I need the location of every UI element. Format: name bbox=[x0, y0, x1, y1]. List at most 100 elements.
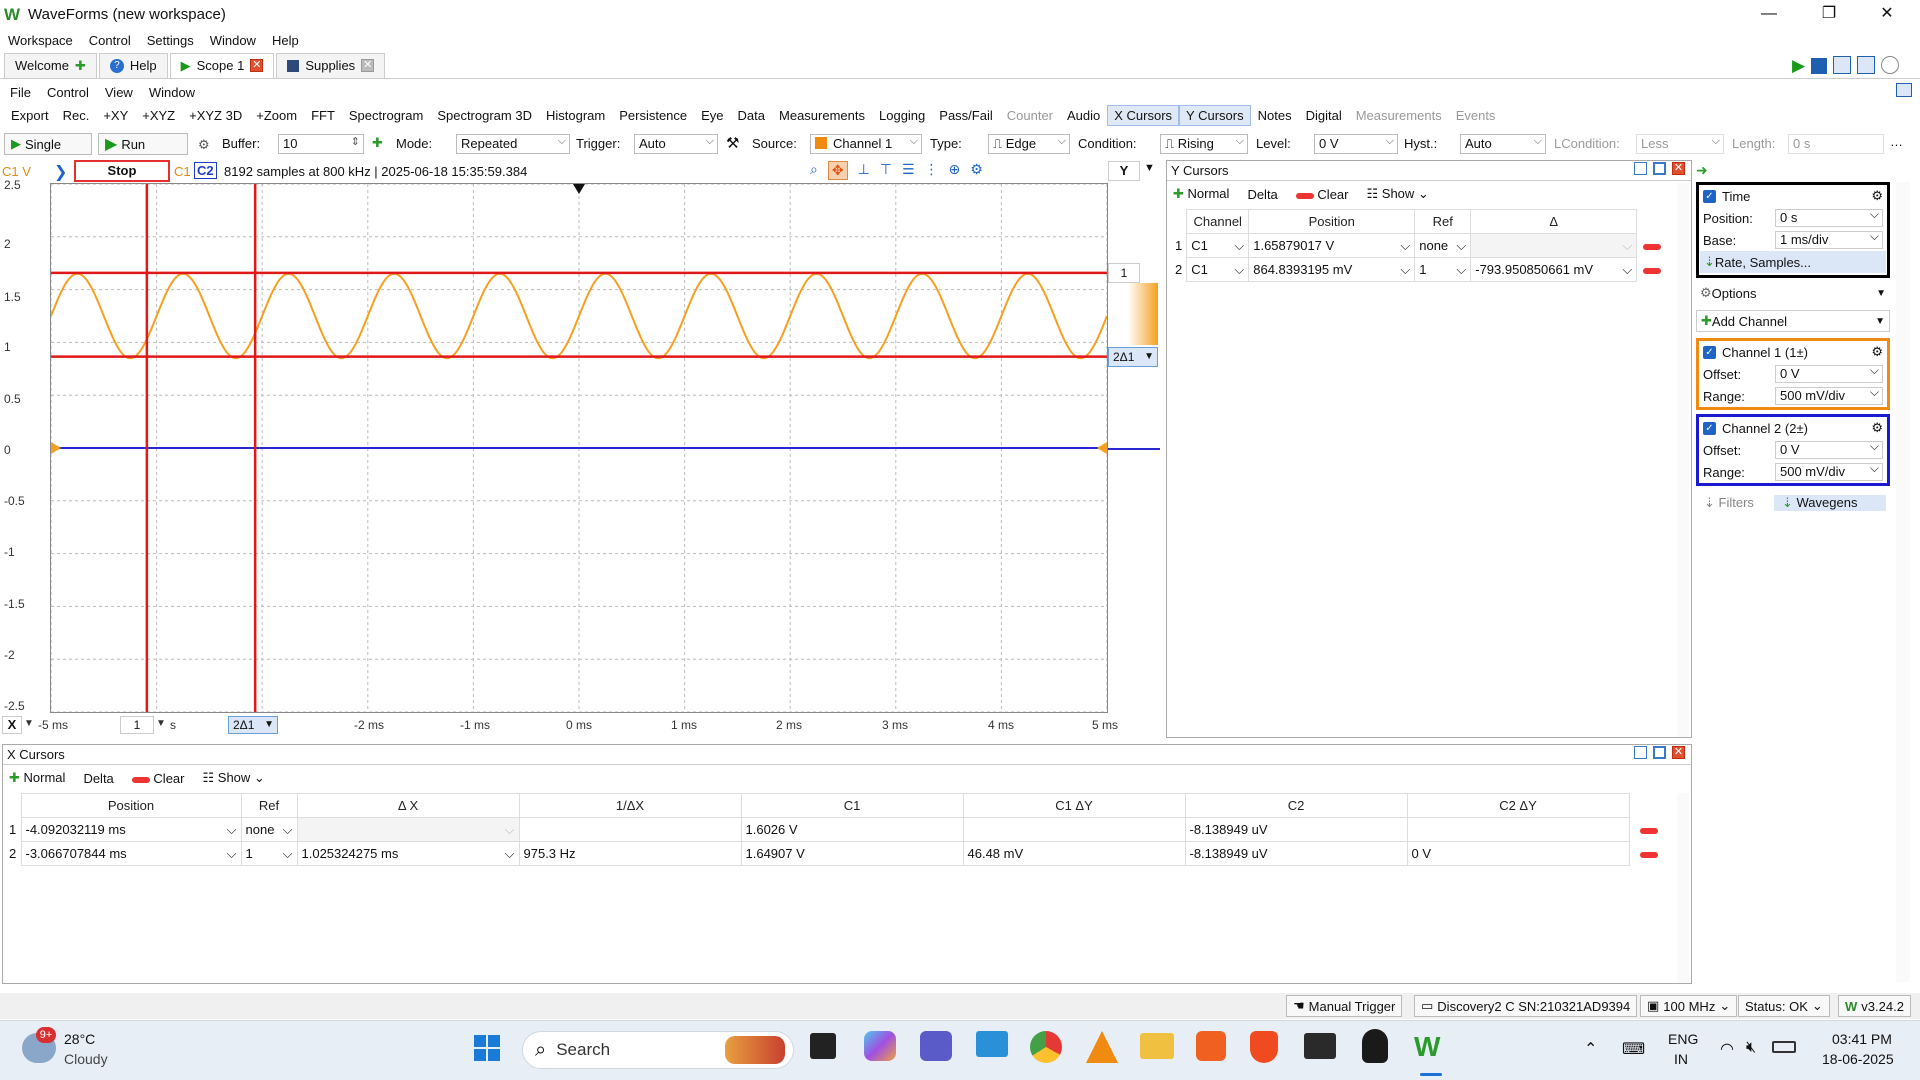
numbering-icon[interactable]: ⋮ bbox=[925, 161, 939, 180]
condition-select[interactable]: ⎍ Rising ⌵ bbox=[1160, 134, 1248, 154]
tab-help[interactable]: ? Help bbox=[98, 52, 168, 78]
close-panel-icon[interactable]: ✕ bbox=[1672, 746, 1685, 759]
menu-window[interactable]: Window bbox=[202, 33, 264, 48]
position-input[interactable]: 1.65879017 V ⌵ bbox=[1248, 233, 1416, 258]
tab-welcome[interactable]: Welcome ✚ bbox=[4, 52, 97, 78]
main-scrollbar[interactable] bbox=[1896, 182, 1910, 982]
keyboard-icon[interactable]: ⌨ bbox=[1622, 1039, 1645, 1059]
rec-button[interactable]: Rec. bbox=[56, 108, 97, 123]
position-input[interactable]: 864.8393195 mV ⌵ bbox=[1248, 257, 1416, 282]
frequency-button[interactable]: ▣ 100 MHz ⌄ bbox=[1640, 995, 1738, 1017]
oscilloscope-plot[interactable] bbox=[50, 183, 1108, 713]
channel-2-offset-input[interactable]: 0 V bbox=[1775, 439, 1883, 459]
start-icon[interactable] bbox=[474, 1035, 500, 1061]
type-select[interactable]: ⎍ Edge ⌵ bbox=[988, 134, 1070, 154]
chevron-down-icon[interactable]: ▼ bbox=[24, 718, 34, 729]
channel-select[interactable]: C1 ⌵ bbox=[1186, 233, 1250, 258]
manual-trigger-button[interactable]: ☚ Manual Trigger bbox=[1286, 995, 1403, 1017]
minimize-panel-icon[interactable] bbox=[1634, 746, 1647, 759]
close-panel-icon[interactable]: ✕ bbox=[1672, 162, 1685, 175]
lcondition-select[interactable]: Less ⌵ bbox=[1636, 134, 1724, 154]
run-all-icon[interactable]: ▶ bbox=[1792, 56, 1805, 76]
checkbox-icon[interactable]: ✓ bbox=[1703, 421, 1716, 435]
data-button[interactable]: Data bbox=[731, 108, 772, 123]
position-input[interactable]: -4.092032119 ms ⌵ bbox=[20, 817, 242, 842]
speaker-muted-icon[interactable]: 🔇︎ bbox=[1746, 1039, 1756, 1057]
x-cursors-button[interactable]: X Cursors bbox=[1107, 104, 1180, 126]
measurements-button[interactable]: Measurements bbox=[772, 108, 872, 123]
remove-cursor-button[interactable] bbox=[1637, 234, 1667, 258]
xyz-button[interactable]: +XYZ bbox=[135, 108, 182, 123]
buffer-input[interactable]: 10 ⇕ bbox=[278, 134, 364, 154]
logging-button[interactable]: Logging bbox=[872, 108, 932, 123]
y-delta-badge[interactable]: 2Δ1 ▼ bbox=[1108, 347, 1158, 367]
zoom-button[interactable]: +Zoom bbox=[249, 108, 304, 123]
digital-button[interactable]: Digital bbox=[1299, 108, 1349, 123]
magnifier-icon[interactable]: ⊕ bbox=[949, 161, 961, 180]
stop-all-icon[interactable] bbox=[1811, 58, 1828, 74]
h-cursor-icon[interactable]: ⊥ bbox=[858, 161, 870, 180]
menu-control[interactable]: Control bbox=[81, 33, 139, 48]
digital-measurements-button[interactable]: Measurements bbox=[1349, 108, 1449, 123]
status-button[interactable]: Status: OK ⌄ bbox=[1738, 995, 1830, 1017]
delta-x-input[interactable]: ⌵ bbox=[296, 817, 520, 842]
chrome-icon[interactable] bbox=[1030, 1031, 1062, 1063]
menu-window[interactable]: Window bbox=[141, 85, 203, 100]
delta-button[interactable]: Delta bbox=[83, 771, 113, 786]
taskbar-search[interactable]: ⌕ Search bbox=[522, 1031, 794, 1069]
export-button[interactable]: Export bbox=[4, 108, 56, 123]
file-viewer-icon[interactable] bbox=[810, 1033, 836, 1059]
histogram-button[interactable]: Histogram bbox=[539, 108, 612, 123]
language-label[interactable]: ENG bbox=[1668, 1031, 1698, 1047]
menu-settings[interactable]: Settings bbox=[139, 33, 202, 48]
y-cursors-button[interactable]: Y Cursors bbox=[1179, 104, 1251, 126]
region-label[interactable]: IN bbox=[1674, 1051, 1688, 1067]
device-button[interactable]: ▭ Discovery2 C SN:210321AD9394 bbox=[1414, 995, 1638, 1017]
dock-icon[interactable] bbox=[1896, 83, 1912, 97]
level-input[interactable]: 0 V ⌵ bbox=[1314, 134, 1398, 154]
channel-select[interactable]: C1 ⌵ bbox=[1186, 257, 1250, 282]
cursor-tool-icon[interactable]: ✥ bbox=[827, 161, 848, 180]
linux-penguin-icon[interactable] bbox=[1362, 1029, 1388, 1063]
menu-view[interactable]: View bbox=[97, 85, 141, 100]
checkbox-icon[interactable]: ✓ bbox=[1703, 189, 1716, 203]
c2-indicator[interactable]: C2 bbox=[194, 162, 217, 179]
v-cursor-icon[interactable]: ⊤ bbox=[880, 161, 892, 180]
spectrogram-button[interactable]: Spectrogram bbox=[342, 108, 430, 123]
close-tab-icon[interactable]: ✕ bbox=[361, 59, 375, 72]
monitor-icon[interactable] bbox=[976, 1031, 1008, 1057]
counter-button[interactable]: Counter bbox=[1000, 108, 1060, 123]
ref-select[interactable]: none ⌵ bbox=[1414, 233, 1472, 258]
copilot-icon[interactable] bbox=[864, 1031, 896, 1061]
teams-icon[interactable] bbox=[920, 1031, 952, 1061]
normal-button[interactable]: ✚ Normal bbox=[1173, 186, 1229, 202]
ubuntu-icon[interactable] bbox=[1196, 1031, 1226, 1061]
chevron-down-icon[interactable]: ▼ bbox=[1144, 162, 1155, 174]
notes-button[interactable]: Notes bbox=[1251, 108, 1299, 123]
ref-select[interactable]: 1 ⌵ bbox=[1414, 257, 1472, 282]
version-button[interactable]: Wv3.24.2 bbox=[1838, 995, 1911, 1017]
rate-samples-button[interactable]: ⇣ Rate, Samples... bbox=[1700, 251, 1886, 273]
align-icon[interactable]: ☰ bbox=[902, 161, 915, 180]
arrow-right-icon[interactable]: ➜ bbox=[1696, 162, 1712, 178]
zoom-icon[interactable]: ⌕ bbox=[810, 161, 818, 180]
chevron-down-icon[interactable]: ▼ bbox=[156, 718, 166, 729]
minimize-panel-icon[interactable] bbox=[1634, 162, 1647, 175]
brave-icon[interactable] bbox=[1250, 1031, 1278, 1063]
chevron-up-icon[interactable]: ⌃ bbox=[1584, 1039, 1597, 1059]
source-select[interactable]: Channel 1 ⌵ bbox=[810, 134, 922, 154]
menu-file[interactable]: File bbox=[2, 85, 39, 100]
passfail-button[interactable]: Pass/Fail bbox=[932, 108, 999, 123]
minimize-button[interactable]: — bbox=[1746, 2, 1792, 26]
channel-1-range-select[interactable]: 500 mV/div bbox=[1775, 385, 1883, 405]
time-base-select[interactable]: 1 ms/div bbox=[1775, 229, 1883, 249]
wavegens-tab[interactable]: ⇣ Wavegens bbox=[1774, 495, 1886, 511]
delta-x-input[interactable]: 1.025324275 ms ⌵ bbox=[296, 841, 520, 866]
wifi-icon[interactable]: ◠ bbox=[1720, 1039, 1734, 1059]
x-delta-badge[interactable]: 2Δ1 ▼ bbox=[228, 716, 278, 734]
run-button[interactable]: ▶ Run bbox=[98, 133, 188, 155]
tab-scope-1[interactable]: ▶ Scope 1 ✕ bbox=[169, 52, 275, 78]
trigger-select[interactable]: Auto ⌵ bbox=[634, 134, 718, 154]
battery-icon[interactable] bbox=[1772, 1041, 1796, 1053]
position-input[interactable]: -3.066707844 ms ⌵ bbox=[20, 841, 242, 866]
